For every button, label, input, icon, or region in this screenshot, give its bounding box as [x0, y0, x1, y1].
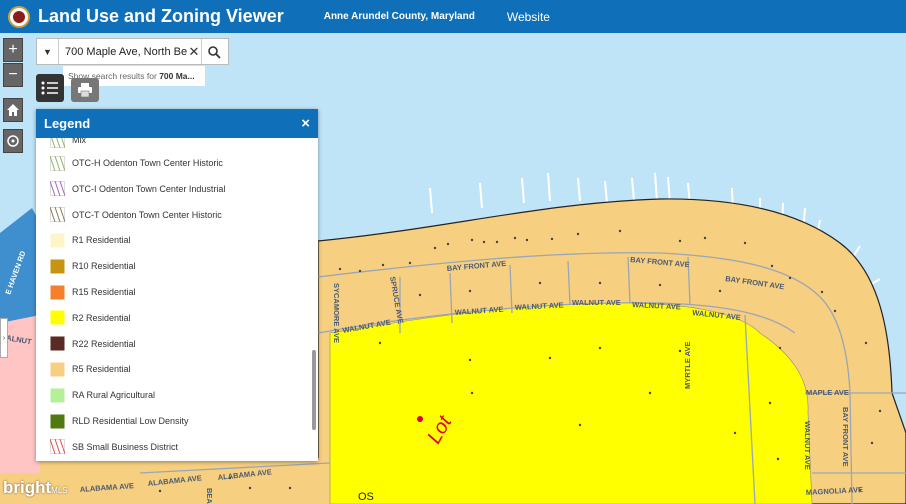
legend-item: R15 Residential: [50, 282, 136, 302]
locate-icon: [7, 135, 19, 147]
website-link[interactable]: Website: [507, 10, 550, 24]
legend-item: OTC-T Odenton Town Center Historic: [50, 205, 222, 225]
legend-swatch: [50, 181, 65, 197]
search-source-dropdown[interactable]: ▼: [37, 39, 59, 64]
label-bay-front-4: BAY FRONT AVE: [841, 407, 850, 467]
legend-item: Mix: [50, 138, 86, 150]
label-sycamore: SYCAMORE AVE: [332, 283, 341, 343]
legend-item-label: Mix: [72, 138, 86, 145]
legend-list[interactable]: Mix OTC-H Odenton Town Center Historic OTC…: [36, 138, 318, 461]
label-maple: MAPLE AVE: [806, 388, 849, 397]
app-header: Land Use and Zoning Viewer Anne Arundel …: [0, 0, 906, 33]
r2-residential-zone[interactable]: [329, 302, 813, 504]
print-button[interactable]: [71, 78, 99, 102]
close-icon[interactable]: ×: [301, 115, 310, 132]
legend-list-icon: [41, 81, 58, 95]
legend-item-label: OTC-T Odenton Town Center Historic: [72, 209, 222, 220]
legend-item: RLD Residential Low Density: [50, 411, 189, 431]
legend-item-label: RA Rural Agricultural: [72, 390, 156, 401]
legend-swatch: [50, 362, 65, 377]
search-widget: ▼ ✕: [36, 38, 229, 65]
legend-item: RA Rural Agricultural: [50, 385, 155, 405]
chevron-right-icon: ›: [2, 334, 6, 342]
legend-item: R2 Residential: [50, 308, 131, 328]
legend-item: R1 Residential: [50, 230, 131, 250]
legend-swatch: [50, 388, 65, 403]
label-walnut-7: WALNUT AVE: [803, 421, 812, 470]
locate-button[interactable]: [3, 129, 23, 153]
home-icon: [7, 104, 19, 116]
legend-swatch: [50, 336, 65, 351]
legend-swatch: [50, 310, 65, 325]
legend-swatch: [50, 233, 65, 248]
legend-item-label: OTC-H Odenton Town Center Historic: [72, 158, 223, 168]
legend-scrollbar[interactable]: [312, 350, 316, 430]
legend-item: OTC-H Odenton Town Center Historic: [50, 153, 223, 173]
county-seal-logo: [8, 5, 30, 28]
legend-swatch: [50, 207, 65, 223]
search-input[interactable]: [59, 40, 187, 63]
legend-title: Legend: [44, 116, 91, 131]
legend-swatch: [50, 155, 65, 171]
label-beach: BEACH: [205, 488, 214, 504]
legend-swatch: [50, 439, 65, 455]
legend-swatch: [50, 414, 65, 428]
legend-item-label: R1 Residential: [72, 235, 131, 246]
brightmls-watermark-logo: brightMLS: [3, 478, 68, 497]
legend-item-label: R5 Residential: [72, 364, 131, 375]
legend-item: R22 Residential: [50, 334, 136, 354]
annotation-dot: [417, 416, 423, 422]
legend-item-label: RLD Residential Low Density: [72, 416, 189, 426]
legend-item-label: R15 Residential: [72, 287, 136, 297]
legend-toggle-button[interactable]: [36, 74, 64, 102]
search-suggestion-term: 700 Ma...: [159, 71, 195, 81]
caret-down-icon: ▼: [43, 46, 52, 57]
legend-swatch: [50, 285, 65, 299]
legend-panel: Legend × Mix OTC-H Odenton Town Center Hi…: [36, 109, 318, 461]
search-icon: [207, 45, 221, 59]
legend-swatch: [50, 259, 65, 274]
legend-header: Legend ×: [36, 109, 318, 138]
zoom-out-button[interactable]: −: [3, 63, 23, 87]
legend-item-label: R22 Residential: [72, 338, 136, 349]
legend-swatch: [50, 138, 65, 148]
side-panel-expand-tab[interactable]: ›: [0, 318, 8, 358]
legend-item: SB Small Business District: [50, 437, 178, 457]
clear-search-icon[interactable]: ✕: [187, 44, 201, 60]
legend-item-label: SB Small Business District: [72, 441, 179, 452]
legend-item-label: OTC-I Odenton Town Center Industrial: [72, 183, 226, 194]
app-title: Land Use and Zoning Viewer: [38, 6, 284, 26]
label-os: OS: [358, 491, 374, 503]
legend-item-label: R10 Residential: [72, 261, 136, 272]
search-button[interactable]: [201, 39, 225, 64]
print-icon: [78, 83, 92, 97]
zoom-in-button[interactable]: +: [3, 38, 23, 62]
legend-item-label: R2 Residential: [72, 312, 131, 323]
legend-item: R5 Residential: [50, 359, 131, 379]
county-name: Anne Arundel County, Maryland: [323, 11, 475, 22]
home-button[interactable]: [3, 98, 23, 122]
label-myrtle: MYRTLE AVE: [683, 341, 692, 389]
legend-item: OTC-I Odenton Town Center Industrial: [50, 179, 225, 199]
label-walnut-4: WALNUT AVE: [572, 298, 621, 307]
legend-item: R10 Residential: [50, 256, 136, 276]
